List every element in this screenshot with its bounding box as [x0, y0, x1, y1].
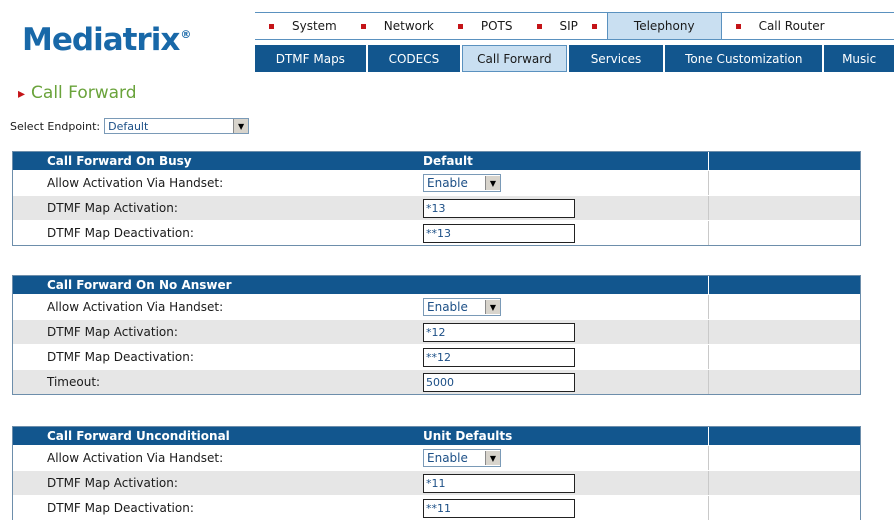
table-row: DTMF Map Deactivation: **11	[13, 495, 860, 520]
table-row: DTMF Map Activation: *11	[13, 470, 860, 495]
section-title: Call Forward On Busy	[47, 154, 192, 168]
tab-dtmf-maps[interactable]: DTMF Maps	[255, 45, 366, 72]
bullet-icon	[536, 23, 542, 29]
section-call-forward-unconditional: Call Forward Unconditional Unit Defaults…	[12, 426, 861, 520]
row-label: DTMF Map Deactivation:	[47, 350, 194, 364]
dropdown-arrow-icon: ▼	[233, 119, 249, 133]
row-label: DTMF Map Activation:	[47, 476, 178, 490]
table-row: DTMF Map Deactivation: **12	[13, 344, 860, 369]
tab-codecs[interactable]: CODECS	[367, 45, 461, 72]
section-header: Call Forward On No Answer	[13, 276, 860, 294]
bullet-icon	[360, 23, 366, 29]
secondary-nav: DTMF Maps CODECS Call Forward Services T…	[255, 45, 894, 72]
dtmf-activation-input[interactable]: *13	[423, 198, 575, 218]
table-row: DTMF Map Activation: *12	[13, 319, 860, 344]
timeout-input[interactable]: 5000	[423, 372, 575, 392]
chevron-right-icon: ▸	[18, 86, 26, 102]
tab-system[interactable]: System	[255, 13, 347, 39]
row-label: Allow Activation Via Handset:	[47, 300, 224, 314]
endpoint-selector: Select Endpoint: Default ▼	[10, 118, 250, 134]
column-header: Default	[423, 154, 473, 168]
page-title: ▸ Call Forward	[18, 83, 137, 103]
tab-services[interactable]: Services	[568, 45, 664, 72]
dropdown-arrow-icon: ▼	[485, 176, 500, 190]
bullet-icon	[735, 23, 741, 29]
activation-select[interactable]: Enable ▼	[423, 174, 501, 192]
dropdown-arrow-icon: ▼	[485, 300, 500, 314]
section-call-forward-on-no-answer: Call Forward On No Answer Allow Activati…	[12, 275, 861, 395]
tab-pots[interactable]: POTS	[444, 13, 523, 39]
section-call-forward-on-busy: Call Forward On Busy Default Allow Activ…	[12, 151, 861, 246]
dtmf-deactivation-input[interactable]: **11	[423, 498, 575, 518]
table-row: DTMF Map Activation: *13	[13, 195, 860, 220]
mediatrix-logo: Mediatrix®	[22, 22, 191, 58]
bullet-icon	[269, 23, 274, 29]
table-row: DTMF Map Deactivation: **13	[13, 220, 860, 245]
tab-call-forward[interactable]: Call Forward	[462, 45, 567, 72]
tab-sip[interactable]: SIP	[523, 13, 607, 39]
row-label: Timeout:	[47, 375, 101, 389]
table-row: Allow Activation Via Handset: Enable ▼	[13, 445, 860, 470]
tab-network[interactable]: Network	[347, 13, 444, 39]
section-title: Call Forward On No Answer	[47, 278, 232, 292]
tab-tone-customization[interactable]: Tone Customization	[665, 45, 823, 72]
bullet-icon	[457, 23, 463, 29]
dropdown-arrow-icon: ▼	[485, 451, 500, 465]
section-title: Call Forward Unconditional	[47, 429, 230, 443]
tab-telephony[interactable]: Telephony	[606, 13, 722, 39]
row-label: Allow Activation Via Handset:	[47, 451, 224, 465]
row-label: DTMF Map Deactivation:	[47, 226, 194, 240]
dtmf-activation-input[interactable]: *11	[423, 473, 575, 493]
bullet-icon	[591, 23, 597, 29]
tab-music[interactable]: Music	[824, 45, 894, 72]
table-row: Allow Activation Via Handset: Enable ▼	[13, 294, 860, 319]
row-label: DTMF Map Activation:	[47, 201, 178, 215]
row-label: DTMF Map Deactivation:	[47, 501, 194, 515]
endpoint-label: Select Endpoint:	[10, 119, 101, 133]
dtmf-deactivation-input[interactable]: **13	[423, 223, 575, 243]
column-header: Unit Defaults	[423, 429, 513, 443]
tab-call-router[interactable]: Call Router	[722, 13, 835, 39]
section-header: Call Forward Unconditional Unit Defaults	[13, 427, 860, 445]
row-label: DTMF Map Activation:	[47, 325, 178, 339]
primary-nav: System Network POTS SIP Telephony Call R…	[255, 12, 894, 40]
row-label: Allow Activation Via Handset:	[47, 176, 224, 190]
dtmf-activation-input[interactable]: *12	[423, 322, 575, 342]
section-header: Call Forward On Busy Default	[13, 152, 860, 170]
endpoint-select[interactable]: Default ▼	[104, 118, 250, 134]
table-row: Allow Activation Via Handset: Enable ▼	[13, 170, 860, 195]
activation-select[interactable]: Enable ▼	[423, 298, 501, 316]
table-row: Timeout: 5000	[13, 369, 860, 394]
dtmf-deactivation-input[interactable]: **12	[423, 347, 575, 367]
activation-select[interactable]: Enable ▼	[423, 449, 501, 467]
